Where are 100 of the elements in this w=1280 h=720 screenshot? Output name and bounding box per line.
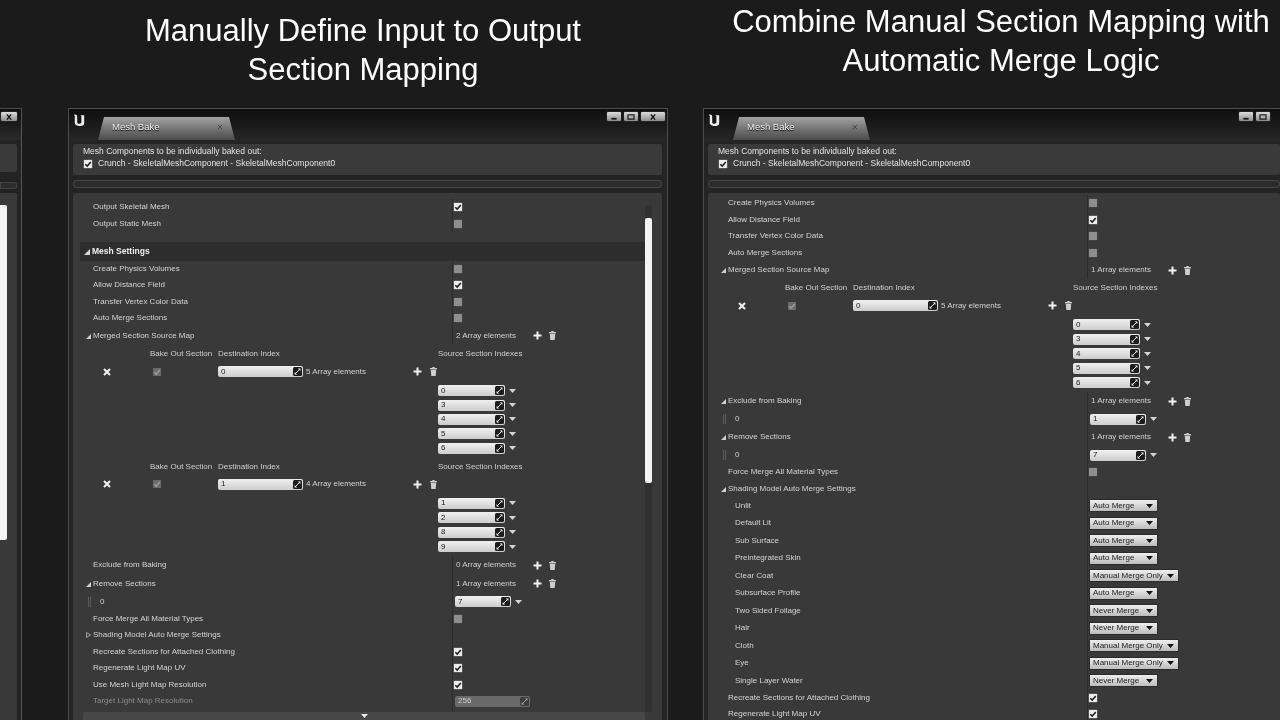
checkbox[interactable] [1088,709,1098,720]
dropdown[interactable]: Never Merge [1089,674,1158,688]
number-field[interactable]: 0 [853,300,938,312]
caret-icon[interactable] [509,446,516,451]
expand-arrow-icon[interactable] [86,632,91,639]
caret-icon[interactable] [509,544,516,549]
number-field[interactable]: 8 [438,526,505,538]
number-field[interactable]: 2 [438,512,505,524]
trash-icon[interactable] [430,479,437,489]
plus-icon[interactable] [413,367,422,376]
caret-icon[interactable] [509,388,516,393]
plus-icon[interactable] [1048,301,1057,311]
plus-icon[interactable] [1168,396,1177,406]
checkbox[interactable] [718,158,728,169]
checkbox[interactable] [453,263,463,274]
cross-icon[interactable] [738,301,746,310]
maximize-button[interactable] [623,111,639,122]
resize-arrows-icon[interactable] [293,479,302,489]
resize-arrows-icon[interactable] [501,597,510,607]
number-field[interactable]: 1 [1090,413,1146,425]
number-field[interactable]: 5 [1073,362,1140,374]
grip-icon[interactable] [723,414,726,425]
close-icon[interactable] [852,124,858,130]
expand-arrow-icon[interactable] [86,332,91,339]
checkbox[interactable] [1088,692,1098,703]
number-field[interactable]: 1 [218,478,303,490]
dropdown[interactable]: Manual Merge Only [1089,569,1179,583]
trash-icon[interactable] [1184,432,1191,442]
resize-arrows-icon[interactable] [1130,334,1139,344]
number-field[interactable]: 0 [1073,319,1140,331]
caret-icon[interactable] [1144,380,1151,385]
number-field[interactable]: 6 [438,442,505,454]
number-field[interactable]: 7 [1090,449,1146,461]
dropdown[interactable]: Auto Merge [1089,534,1158,548]
resize-arrows-icon[interactable] [495,386,504,396]
dropdown[interactable]: Auto Merge [1089,551,1158,565]
checkbox[interactable] [1088,231,1098,241]
number-field[interactable]: 0 [438,385,505,397]
resize-arrows-icon[interactable] [1130,378,1139,387]
resize-arrows-icon[interactable] [495,498,504,508]
plus-icon[interactable] [1168,432,1177,442]
close-icon[interactable] [217,124,223,130]
resize-arrows-icon[interactable] [495,400,504,410]
trash-icon[interactable] [549,579,556,589]
minimize-button[interactable] [1238,111,1254,122]
document-tab[interactable]: Mesh Bake [733,117,870,140]
resize-arrows-icon[interactable] [928,301,937,311]
plus-icon[interactable] [413,479,422,489]
number-field[interactable]: 5 [438,428,505,440]
caret-icon[interactable] [1150,453,1157,458]
caret-icon[interactable] [509,417,516,422]
number-field[interactable]: 7 [455,596,511,608]
trash-icon[interactable] [549,331,556,341]
resize-arrows-icon[interactable] [495,414,504,424]
checkbox[interactable] [453,646,463,657]
number-field[interactable]: 6 [1073,377,1140,388]
resize-arrows-icon[interactable] [1136,450,1145,460]
dropdown[interactable]: Manual Merge Only [1089,639,1179,653]
number-field[interactable]: 3 [1073,333,1140,345]
resize-arrows-icon[interactable] [495,429,504,439]
number-field[interactable]: 1 [438,497,505,509]
caret-icon[interactable] [1144,337,1151,342]
expand-arrow-icon[interactable] [721,485,726,492]
scrollbar-thumb[interactable] [0,205,7,540]
caret-icon[interactable] [509,431,516,436]
checkbox[interactable] [83,158,93,169]
checkbox[interactable] [1088,467,1098,478]
expand-arrow-icon[interactable] [721,434,726,441]
resize-arrows-icon[interactable] [293,367,302,376]
trash-icon[interactable] [1184,396,1191,406]
scrollbar-track[interactable] [645,205,652,712]
caret-icon[interactable] [509,530,516,535]
dropdown[interactable]: Manual Merge Only [1089,656,1179,670]
dropdown[interactable]: Never Merge [1089,604,1158,618]
number-field[interactable]: 4 [1073,348,1140,360]
expand-arrow-icon[interactable] [721,398,726,405]
checkbox[interactable] [453,202,463,213]
dropdown[interactable]: Never Merge [1089,621,1158,635]
plus-icon[interactable] [533,560,542,570]
caret-icon[interactable] [515,599,522,604]
dropdown[interactable]: Auto Merge [1089,586,1158,600]
checkbox[interactable] [1088,247,1098,258]
plus-icon[interactable] [533,579,542,589]
checkbox[interactable] [453,613,463,624]
expand-arrow-icon[interactable] [86,580,91,587]
number-field[interactable]: 9 [438,541,505,553]
caret-icon[interactable] [1150,417,1157,422]
dropdown[interactable]: Auto Merge [1089,516,1158,530]
plus-icon[interactable] [1168,265,1177,275]
resize-arrows-icon[interactable] [1130,349,1139,359]
resize-arrows-icon[interactable] [495,443,504,453]
trash-icon[interactable] [1065,301,1072,311]
document-tab[interactable]: Mesh Bake [98,117,235,140]
trash-icon[interactable] [1184,265,1191,275]
grip-icon[interactable] [723,450,726,461]
plus-icon[interactable] [533,331,542,341]
caret-icon[interactable] [509,501,516,506]
dropdown[interactable]: Auto Merge [1089,499,1158,513]
resize-arrows-icon[interactable] [495,527,504,537]
category-header[interactable]: Mesh Settings [80,241,645,261]
